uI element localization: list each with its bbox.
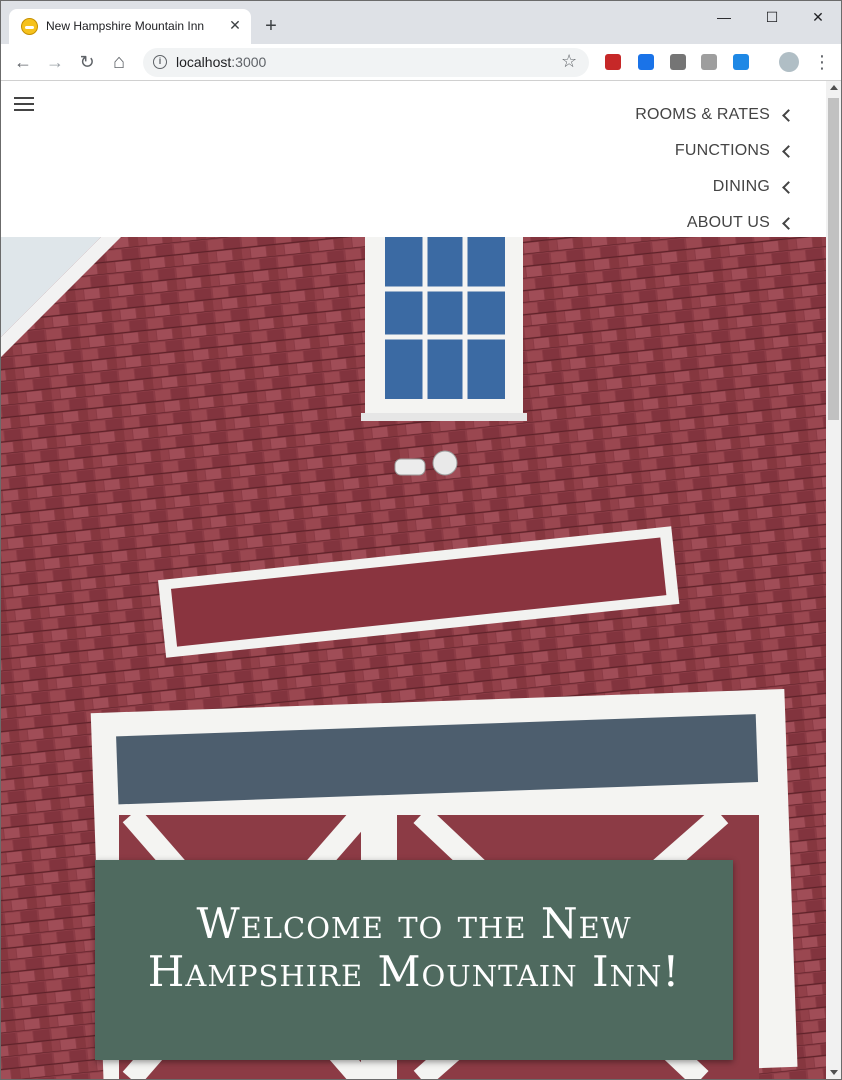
- welcome-banner: Welcome to the New Hampshire Mountain In…: [95, 860, 733, 1060]
- chevron-left-icon[interactable]: [782, 108, 795, 122]
- extension-icon[interactable]: [701, 54, 717, 70]
- page-scrollbar[interactable]: [826, 81, 841, 1079]
- forward-button[interactable]: →: [41, 48, 69, 76]
- address-bar[interactable]: i localhost:3000 ☆: [143, 48, 589, 77]
- nav-item-rooms-rates[interactable]: ROOMS & RATES: [635, 97, 795, 133]
- chevron-left-icon[interactable]: [782, 144, 795, 158]
- browser-menu-icon[interactable]: ⋮: [813, 48, 831, 76]
- reload-button[interactable]: ↻: [73, 48, 101, 76]
- browser-window: New Hampshire Mountain Inn ✕ + — ☐ ✕ ← →…: [0, 0, 842, 1080]
- nav-item-label: ROOMS & RATES: [635, 106, 770, 123]
- bookmark-star-icon[interactable]: ☆: [561, 51, 577, 72]
- extension-icon[interactable]: [605, 54, 621, 70]
- new-tab-button[interactable]: +: [259, 15, 283, 39]
- tab-title: New Hampshire Mountain Inn: [46, 19, 205, 33]
- tab-strip: New Hampshire Mountain Inn ✕ + — ☐ ✕: [1, 1, 841, 44]
- chevron-left-icon[interactable]: [782, 216, 795, 230]
- close-window-button[interactable]: ✕: [795, 3, 841, 31]
- extension-icon[interactable]: [670, 54, 686, 70]
- nav-item-label: FUNCTIONS: [674, 142, 770, 159]
- info-icon[interactable]: i: [153, 55, 167, 69]
- home-button[interactable]: ⌂: [105, 48, 133, 76]
- extension-icon[interactable]: [638, 54, 654, 70]
- profile-avatar[interactable]: [779, 52, 799, 72]
- favicon-icon: [21, 18, 38, 35]
- hamburger-menu-icon[interactable]: [14, 97, 34, 111]
- scroll-down-arrow-icon[interactable]: [830, 1070, 838, 1075]
- nav-item-functions[interactable]: FUNCTIONS: [635, 133, 795, 169]
- main-nav: ROOMS & RATES FUNCTIONS DINING ABOUT US: [635, 97, 795, 241]
- tab-close-icon[interactable]: ✕: [227, 17, 243, 33]
- maximize-button[interactable]: ☐: [749, 3, 795, 31]
- url-host: localhost: [176, 54, 232, 70]
- url-text[interactable]: localhost:3000: [176, 54, 266, 70]
- nav-item-about-us[interactable]: ABOUT US: [635, 205, 795, 241]
- extension-icon[interactable]: [733, 54, 749, 70]
- scroll-up-arrow-icon[interactable]: [830, 85, 838, 90]
- browser-toolbar: ← → ↻ ⌂ i localhost:3000 ☆ ⋮: [1, 44, 841, 81]
- hero-image: RAGGED EDGE FARM Welcome to the New Hamp…: [1, 237, 826, 1079]
- minimize-button[interactable]: —: [701, 3, 747, 31]
- url-port: :3000: [231, 54, 267, 70]
- nav-item-label: DINING: [712, 178, 770, 195]
- nav-item-label: ABOUT US: [686, 214, 770, 231]
- nav-item-dining[interactable]: DINING: [635, 169, 795, 205]
- back-button[interactable]: ←: [9, 48, 37, 76]
- scroll-thumb[interactable]: [828, 98, 839, 420]
- page-viewport: ROOMS & RATES FUNCTIONS DINING ABOUT US: [1, 81, 826, 1079]
- chevron-left-icon[interactable]: [782, 180, 795, 194]
- welcome-title: Welcome to the New Hampshire Mountain In…: [147, 899, 681, 996]
- browser-tab[interactable]: New Hampshire Mountain Inn ✕: [9, 9, 251, 44]
